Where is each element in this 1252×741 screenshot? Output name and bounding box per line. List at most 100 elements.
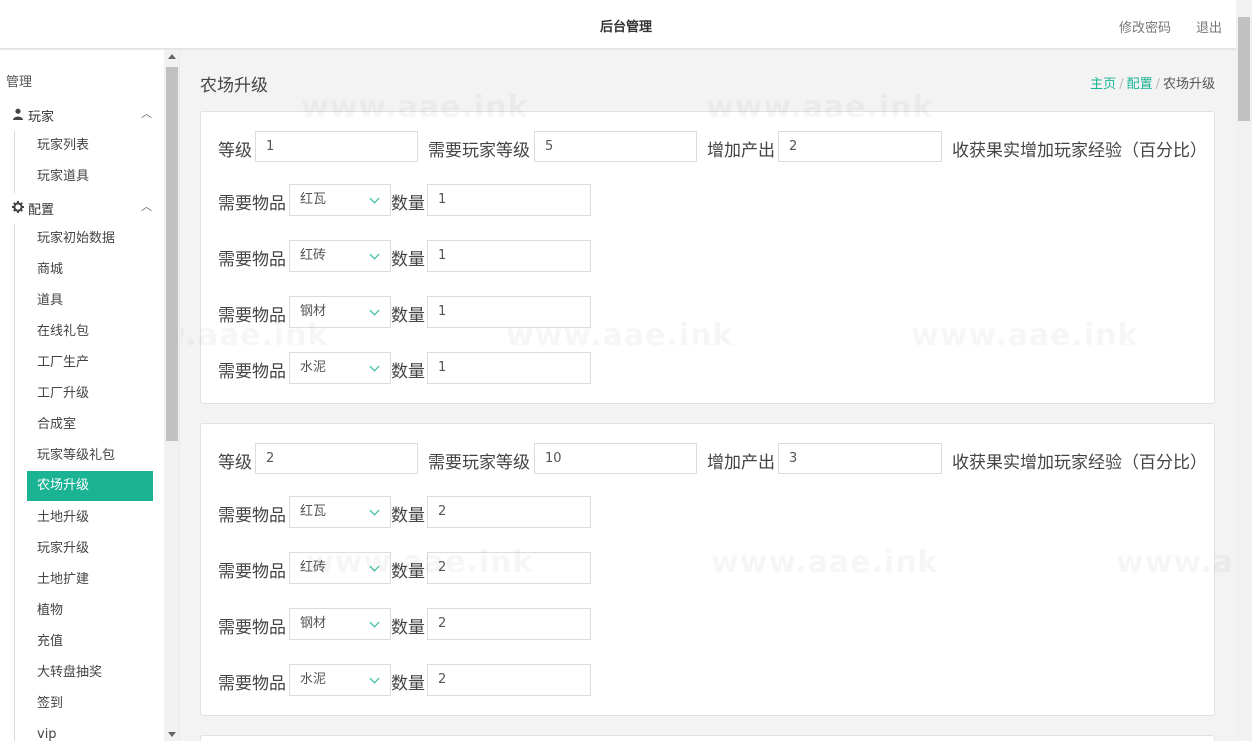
level-input[interactable]: 2 bbox=[255, 443, 418, 474]
sidebar-item-shop[interactable]: 商城 bbox=[27, 255, 153, 285]
sidebar-item-props[interactable]: 道具 bbox=[27, 286, 153, 316]
sidebar-item-initial-data[interactable]: 玩家初始数据 bbox=[27, 224, 153, 254]
add-output-label: 增加产出 bbox=[707, 453, 775, 473]
required-item-selected: 红砖 bbox=[300, 560, 327, 575]
add-output-input[interactable]: 2 bbox=[778, 131, 942, 162]
required-item-row: 需要物品 钢材 数量 2 bbox=[201, 608, 601, 642]
required-item-label: 需要物品 bbox=[218, 362, 286, 382]
required-item-row: 需要物品 水泥 数量 2 bbox=[201, 664, 601, 698]
required-item-row: 需要物品 红瓦 数量 1 bbox=[201, 184, 601, 218]
quantity-label: 数量 bbox=[391, 306, 425, 326]
sidebar-item-factory-upgrade[interactable]: 工厂升级 bbox=[27, 379, 153, 409]
required-item-select[interactable]: 红瓦 bbox=[289, 496, 391, 528]
quantity-input[interactable]: 2 bbox=[427, 552, 591, 584]
required-item-select[interactable]: 红砖 bbox=[289, 240, 391, 272]
harvest-exp-label: 收获果实增加玩家经验（百分比） bbox=[952, 453, 1207, 473]
sidebar-item-recharge[interactable]: 充值 bbox=[27, 627, 153, 657]
required-item-label: 需要物品 bbox=[218, 618, 286, 638]
level-row: 等级 1 需要玩家等级 5 增加产出 2 收获果实增加玩家经验（百分比） 1 bbox=[201, 131, 1214, 165]
sidebar-item-online-gift[interactable]: 在线礼包 bbox=[27, 317, 153, 347]
quantity-input[interactable]: 1 bbox=[427, 240, 591, 272]
required-item-selected: 水泥 bbox=[300, 672, 327, 687]
required-item-selected: 红瓦 bbox=[300, 192, 327, 207]
sidebar-group-config[interactable]: 配置 ︿ bbox=[12, 198, 162, 220]
chevron-up-icon: ︿ bbox=[141, 107, 152, 120]
required-item-row: 需要物品 水泥 数量 1 bbox=[201, 352, 601, 386]
logout-link[interactable]: 退出 bbox=[1196, 17, 1222, 36]
chevron-down-icon bbox=[369, 561, 380, 572]
scroll-up-arrow-icon[interactable] bbox=[168, 54, 176, 59]
scrollbar-thumb[interactable] bbox=[166, 67, 178, 441]
gear-icon bbox=[12, 201, 24, 213]
user-icon bbox=[13, 108, 23, 120]
chevron-up-icon: ︿ bbox=[141, 200, 152, 213]
required-item-selected: 红砖 bbox=[300, 248, 327, 263]
required-item-selected: 水泥 bbox=[300, 360, 327, 375]
required-item-select[interactable]: 水泥 bbox=[289, 352, 391, 384]
sidebar-item-factory-production[interactable]: 工厂生产 bbox=[27, 348, 153, 378]
sidebar-item-lucky-wheel[interactable]: 大转盘抽奖 bbox=[27, 658, 153, 688]
sidebar-group-label: 玩家 bbox=[28, 110, 55, 125]
quantity-input[interactable]: 2 bbox=[427, 608, 591, 640]
tree-line bbox=[14, 224, 15, 741]
top-bar: 后台管理 修改密码 退出 bbox=[0, 0, 1252, 49]
add-output-label: 增加产出 bbox=[707, 141, 775, 161]
sidebar-item-player-upgrade[interactable]: 玩家升级 bbox=[27, 534, 153, 564]
breadcrumb-config[interactable]: 配置 bbox=[1127, 77, 1153, 92]
breadcrumb-home[interactable]: 主页 bbox=[1090, 77, 1116, 92]
breadcrumb-separator: / bbox=[1155, 77, 1160, 92]
required-item-selected: 钢材 bbox=[300, 616, 327, 631]
chevron-down-icon bbox=[369, 673, 380, 684]
level-label: 等级 bbox=[218, 141, 252, 161]
chevron-down-icon bbox=[369, 249, 380, 260]
sidebar-item-land-expansion[interactable]: 土地扩建 bbox=[27, 565, 153, 595]
sidebar-group-player[interactable]: 玩家 ︿ bbox=[12, 105, 162, 127]
sidebar-item-sign-in[interactable]: 签到 bbox=[27, 689, 153, 719]
required-item-row: 需要物品 钢材 数量 1 bbox=[201, 296, 601, 330]
change-password-link[interactable]: 修改密码 bbox=[1119, 17, 1171, 36]
chevron-down-icon bbox=[369, 305, 380, 316]
main-content: 农场升级 主页 / 配置 / 农场升级 等级 1 需要玩家等级 5 增加产出 2 收获果… bbox=[181, 50, 1236, 741]
required-player-level-label: 需要玩家等级 bbox=[428, 141, 530, 161]
quantity-label: 数量 bbox=[391, 362, 425, 382]
level-label: 等级 bbox=[218, 453, 252, 473]
quantity-label: 数量 bbox=[391, 562, 425, 582]
harvest-exp-label: 收获果实增加玩家经验（百分比） bbox=[952, 141, 1207, 161]
level-input[interactable]: 1 bbox=[255, 131, 418, 162]
sidebar-item-vip[interactable]: vip bbox=[27, 720, 153, 741]
sidebar-heading: 管理 bbox=[6, 75, 33, 90]
required-player-level-input[interactable]: 5 bbox=[534, 131, 697, 162]
sidebar-item-farm-upgrade[interactable]: 农场升级 bbox=[27, 471, 153, 501]
quantity-label: 数量 bbox=[391, 618, 425, 638]
required-item-select[interactable]: 水泥 bbox=[289, 664, 391, 696]
required-item-select[interactable]: 红瓦 bbox=[289, 184, 391, 216]
required-item-select[interactable]: 红砖 bbox=[289, 552, 391, 584]
add-output-input[interactable]: 3 bbox=[778, 443, 942, 474]
sidebar-item-player-list[interactable]: 玩家列表 bbox=[27, 131, 153, 161]
required-item-select[interactable]: 钢材 bbox=[289, 608, 391, 640]
quantity-input[interactable]: 1 bbox=[427, 184, 591, 216]
chevron-down-icon bbox=[369, 361, 380, 372]
sidebar-item-level-gift[interactable]: 玩家等级礼包 bbox=[27, 441, 153, 471]
required-item-select[interactable]: 钢材 bbox=[289, 296, 391, 328]
required-item-row: 需要物品 红瓦 数量 2 bbox=[201, 496, 601, 530]
sidebar-scrollbar[interactable] bbox=[164, 50, 179, 741]
app-title: 后台管理 bbox=[599, 20, 652, 35]
scrollbar-thumb[interactable] bbox=[1238, 17, 1250, 121]
quantity-label: 数量 bbox=[391, 506, 425, 526]
quantity-input[interactable]: 2 bbox=[427, 496, 591, 528]
quantity-input[interactable]: 2 bbox=[427, 664, 591, 696]
quantity-input[interactable]: 1 bbox=[427, 296, 591, 328]
sidebar-item-synthesis-room[interactable]: 合成室 bbox=[27, 410, 153, 440]
sidebar-item-land-upgrade[interactable]: 土地升级 bbox=[27, 503, 153, 533]
farm-level-card bbox=[200, 735, 1215, 741]
quantity-input[interactable]: 1 bbox=[427, 352, 591, 384]
sidebar-item-player-items[interactable]: 玩家道具 bbox=[27, 162, 153, 192]
required-item-label: 需要物品 bbox=[218, 674, 286, 694]
sidebar-item-plants[interactable]: 植物 bbox=[27, 596, 153, 626]
required-player-level-input[interactable]: 10 bbox=[534, 443, 697, 474]
page-scrollbar[interactable] bbox=[1236, 0, 1252, 741]
breadcrumb-current: 农场升级 bbox=[1162, 77, 1215, 92]
scroll-down-arrow-icon[interactable] bbox=[168, 732, 176, 737]
required-item-row: 需要物品 红砖 数量 2 bbox=[201, 552, 601, 586]
